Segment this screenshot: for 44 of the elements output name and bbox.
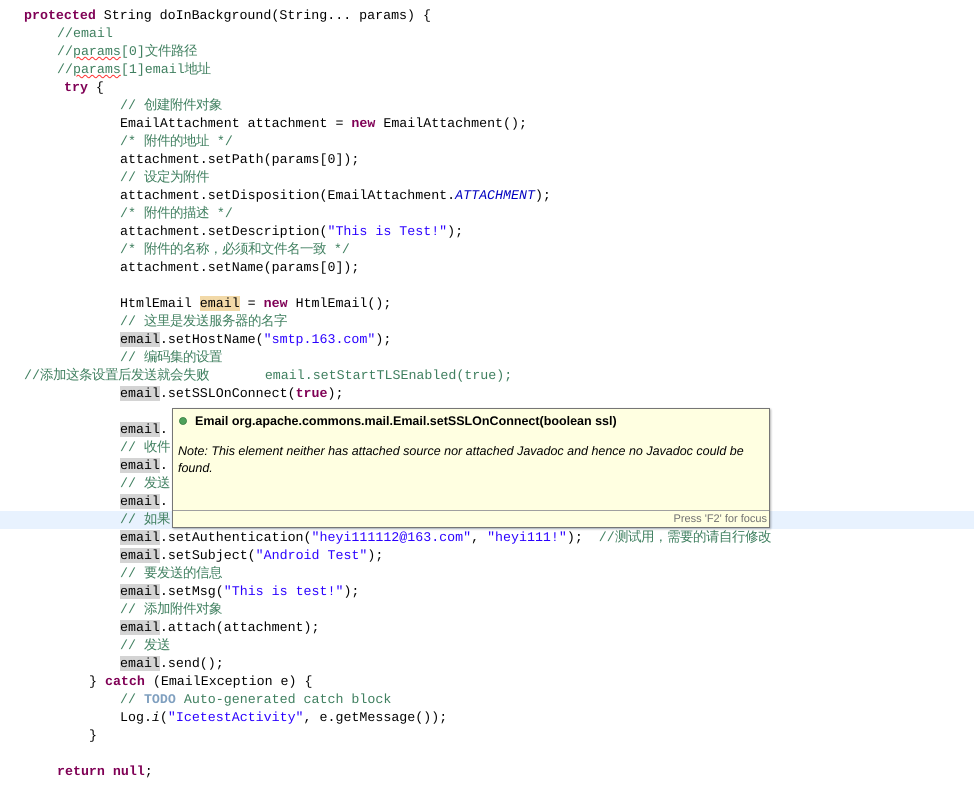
code-line: } bbox=[89, 728, 97, 743]
code-line: // TODO Auto-generated catch block bbox=[120, 692, 392, 707]
code-line: // 创建附件对象 bbox=[120, 98, 222, 113]
code-line: HtmlEmail email = new HtmlEmail(); bbox=[120, 296, 392, 311]
code-line: return null; bbox=[57, 764, 153, 779]
focus-hint: Press 'F2' for focus bbox=[674, 512, 767, 527]
code-line: email.setHostName("smtp.163.com"); bbox=[120, 332, 392, 347]
code-line: // 如果 bbox=[120, 512, 170, 527]
code-line: attachment.setName(params[0]); bbox=[120, 260, 360, 275]
code-line: /* 附件的名称，必须和文件名一致 */ bbox=[120, 242, 350, 257]
code-line: //params[0]文件路径 bbox=[57, 44, 197, 59]
code-line: email.setMsg("This is test!"); bbox=[120, 584, 360, 599]
code-line: EmailAttachment attachment = new EmailAttachment(); bbox=[120, 116, 527, 131]
javadoc-note: Note: This element neither has attached source nor attached Javadoc and hence no Javadoc could be found. bbox=[177, 442, 745, 477]
code-line: email. bbox=[120, 494, 168, 509]
code-line: Log.i("IcetestActivity", e.getMessage()); bbox=[120, 710, 448, 725]
code-line: // 添加附件对象 bbox=[120, 602, 222, 617]
code-line: attachment.setDisposition(EmailAttachment.ATTACHMENT); bbox=[120, 188, 551, 203]
code-line: try { bbox=[64, 80, 104, 95]
code-line: //添加这条设置后发送就会失败 email.setStartTLSEnabled(true); bbox=[24, 368, 512, 383]
code-line: email. bbox=[120, 458, 168, 473]
code-line: /* 附件的地址 */ bbox=[120, 134, 233, 149]
method-dot-icon bbox=[179, 417, 187, 426]
code-line: //email bbox=[57, 26, 113, 41]
code-line: email. bbox=[120, 422, 168, 437]
method-signature: Email org.apache.commons.mail.Email.setSSLOnConnect(boolean ssl) bbox=[195, 413, 617, 430]
code-line: email.setAuthentication("heyi111112@163.com", "heyi111!"); //测试用，需要的请自行修改 bbox=[120, 530, 771, 545]
code-line: email.setSSLOnConnect(true); bbox=[120, 386, 344, 401]
code-line: // 编码集的设置 bbox=[120, 350, 222, 365]
code-line: protected String doInBackground(String... params) { bbox=[24, 8, 431, 23]
code-line: attachment.setDescription("This is Test!"); bbox=[120, 224, 464, 239]
code-line: // 收件 bbox=[120, 440, 170, 455]
code-line: /* 附件的描述 */ bbox=[120, 206, 233, 221]
code-line: attachment.setPath(params[0]); bbox=[120, 152, 360, 167]
code-line: // 这里是发送服务器的名字 bbox=[120, 314, 287, 329]
code-line: email.attach(attachment); bbox=[120, 620, 320, 635]
code-line: email.setSubject("Android Test"); bbox=[120, 548, 384, 563]
code-line: // 要发送的信息 bbox=[120, 566, 222, 581]
code-line: // 发送 bbox=[120, 638, 170, 653]
code-line: email.send(); bbox=[120, 656, 224, 671]
code-line: } catch (EmailException e) { bbox=[89, 674, 312, 689]
code-line: //params[1]email地址 bbox=[57, 62, 211, 77]
code-line: // 设定为附件 bbox=[120, 170, 209, 185]
code-line: // 发送 bbox=[120, 476, 170, 491]
